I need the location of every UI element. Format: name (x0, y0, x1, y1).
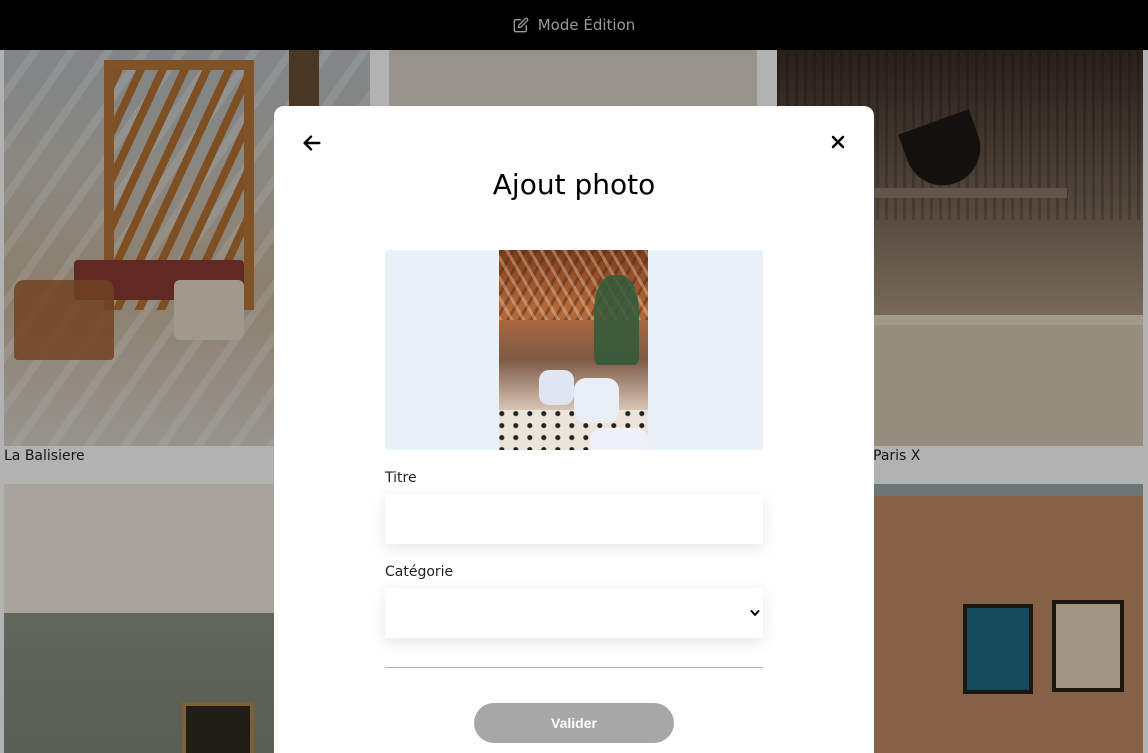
edit-mode-label: Mode Édition (537, 16, 636, 34)
category-select[interactable] (385, 588, 763, 638)
edit-mode-bar: Mode Édition (0, 0, 1148, 50)
arrow-left-icon[interactable] (301, 132, 323, 154)
modal-title: Ajout photo (492, 168, 656, 201)
photo-preview-area (385, 250, 763, 450)
chevron-down-icon (750, 610, 760, 616)
photo-preview-image (499, 250, 648, 450)
title-input[interactable] (385, 494, 763, 544)
submit-button[interactable]: Valider (474, 703, 674, 743)
divider (385, 667, 763, 668)
close-icon[interactable] (828, 132, 848, 152)
add-photo-modal: Ajout photo Titre Catégorie Valider (274, 106, 874, 753)
category-field-label: Catégorie (385, 564, 454, 580)
edit-icon (513, 17, 529, 33)
title-field-label: Titre (385, 470, 417, 486)
